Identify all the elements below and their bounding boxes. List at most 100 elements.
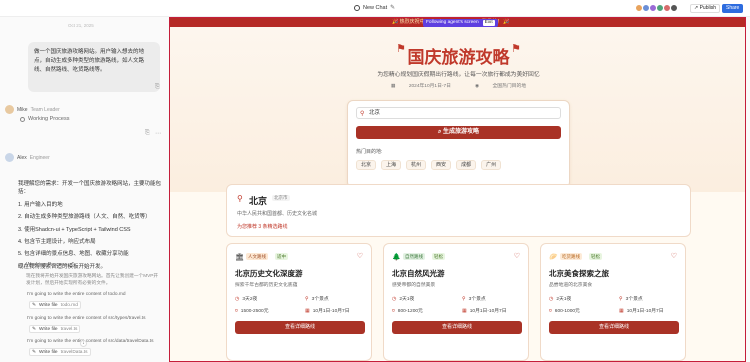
city-tag: 北京市 <box>272 195 290 201</box>
write-log: I'm going to write the entire content of… <box>27 292 126 297</box>
copy-icon[interactable]: ⎘ <box>155 84 160 91</box>
tree-icon: 🌲 <box>392 254 401 261</box>
avatar <box>5 105 14 114</box>
file-chip[interactable]: ✎ Write file todo.md <box>29 301 81 309</box>
avatar <box>5 153 14 162</box>
difficulty-badge: 轻松 <box>589 253 602 260</box>
route-card-nature[interactable]: 🌲 自然路线 轻松 ♡ 北京自然风光游 感受帝都的自然美景 ◷ 2天1夜 ⚲ 3个景… <box>383 243 529 361</box>
city-description: 中华人民共和国首都、历史文化名城 <box>237 211 318 217</box>
working-process-toggle[interactable]: Working Process ⌃ <box>18 262 75 268</box>
duration: ◷ 2天1夜 <box>549 295 572 303</box>
file-chip[interactable]: ✎ Write file travel.ts <box>29 325 81 333</box>
collaborator-avatars[interactable] <box>635 4 678 12</box>
spots: ⚲ 3个景点 <box>462 295 486 303</box>
destination-chip[interactable]: 杭州 <box>406 160 427 170</box>
timestamp: Oct 21, 2025 <box>68 23 94 28</box>
location-icon: ◉ <box>474 84 480 89</box>
date: ▦ 10月1日-10月7日 <box>305 307 350 315</box>
chat-panel: Oct 21, 2025 做一个国庆旅游攻略网站。用户输入想去的地点，自动生成多… <box>0 17 166 362</box>
route-title: 北京自然风光游 <box>392 269 445 278</box>
publish-button[interactable]: ↗ Publish <box>690 4 720 13</box>
avatar <box>670 4 678 12</box>
destination-chip[interactable]: 成都 <box>456 160 477 170</box>
clock-icon: ◷ <box>235 295 240 302</box>
page-subtitle: 为您精心规划国庆假期出行路线，让每一次旅行都成为美好回忆 <box>377 72 540 78</box>
calendar-icon: ▦ <box>619 307 624 314</box>
money-icon: ¤ <box>549 307 552 314</box>
share-button[interactable]: Share <box>722 4 744 13</box>
route-description: 感受帝都的自然美景 <box>392 283 436 288</box>
clock-icon: ◷ <box>392 295 397 302</box>
heart-icon[interactable]: ♡ <box>514 252 520 260</box>
route-type-badge: 人文路线 <box>246 253 268 260</box>
price: ¤ 800-1200元 <box>392 307 423 315</box>
price: ¤ 1500-2500元 <box>235 307 269 315</box>
agent-mike: Mike Team Leader <box>5 105 60 114</box>
rocket-icon: ↗ <box>694 5 699 11</box>
route-card-culture[interactable]: 🏛 人文路线 适中 ♡ 北京历史文化深度游 探索千年古都的历史文化底蕴 ◷ 3天2… <box>226 243 372 361</box>
preview-panel: 🎉 热烈庆祝中 聚最美！ 🎉 Following agent's screenE… <box>169 17 746 362</box>
new-chat-title[interactable]: New Chat ✎ <box>354 4 395 11</box>
write-log: I'm going to write the entire content of… <box>27 339 154 344</box>
date: ▦ 10月1日-10月7日 <box>462 307 507 315</box>
generate-button[interactable]: ⌕ 生成旅游攻略 <box>356 126 561 139</box>
destination-chip[interactable]: 上海 <box>381 160 402 170</box>
map-pin-icon: ⚲ <box>462 295 466 302</box>
user-message: 做一个国庆旅游攻略网站。用户输入想去的地点，自动生成多种类型的旅游路线，如人文路… <box>28 42 160 92</box>
edit-icon[interactable]: ✎ <box>390 4 395 11</box>
hot-destinations: 北京 上海 杭州 西安 成都 广州 <box>356 160 502 170</box>
destination-input[interactable]: ⚲ 北京 <box>356 107 561 119</box>
thought-text: 现在我将开始开发国庆旅游攻略网站。首先让我创建一个MVP开发计划，然后开始实现所… <box>26 273 159 285</box>
pencil-icon: ✎ <box>32 327 37 332</box>
money-icon: ¤ <box>235 307 238 314</box>
city-name: 北京 <box>249 196 268 206</box>
agent-message: 我理解您的需求：开发一个国庆旅游攻略网站，主要功能包括： 1. 用户输入目的地 … <box>18 181 162 270</box>
copy-icon[interactable]: ⎘ <box>145 130 150 137</box>
pencil-icon: ✎ <box>32 350 37 355</box>
duration: ◷ 3天2夜 <box>235 295 258 303</box>
map-pin-icon: ⚲ <box>619 295 623 302</box>
price: ¤ 600-1000元 <box>549 307 580 315</box>
view-route-button[interactable]: 查看详细路线 <box>235 321 365 334</box>
destination-chip[interactable]: 广州 <box>481 160 502 170</box>
calendar-icon: ▦ <box>462 307 467 314</box>
destination-chip[interactable]: 西安 <box>431 160 452 170</box>
check-icon <box>18 262 23 268</box>
city-summary-card: ⚲ 北京 北京市 中华人民共和国首都、历史文化名城 为您推荐 3 条精选路线 <box>226 184 691 237</box>
route-count: 为您推荐 3 条精选路线 <box>237 224 288 230</box>
clock-icon: ◷ <box>549 295 554 302</box>
heart-icon[interactable]: ♡ <box>671 252 677 260</box>
agent-alex: Alex Engineer <box>5 153 50 162</box>
duration: ◷ 2天1夜 <box>392 295 415 303</box>
difficulty-badge: 适中 <box>275 253 288 260</box>
follow-agent-bar: Following agent's screen Exit <box>423 19 498 27</box>
more-icon[interactable]: ⋯ <box>155 130 161 137</box>
route-title: 北京历史文化深度游 <box>235 269 303 278</box>
view-route-button[interactable]: 查看详细路线 <box>549 321 679 334</box>
map-pin-icon: ⚲ <box>360 111 365 117</box>
file-chip[interactable]: ✎ Write file travelData.ts <box>29 348 91 356</box>
page-title: 国庆旅游攻略 <box>407 48 510 67</box>
route-type-badge: 吃货路线 <box>560 253 582 260</box>
exit-button[interactable]: Exit <box>482 20 495 26</box>
temple-icon: 🏛 <box>235 254 244 261</box>
check-icon <box>20 116 25 122</box>
spots: ⚲ 3个景点 <box>305 295 329 303</box>
view-route-button[interactable]: 查看详细路线 <box>392 321 522 334</box>
difficulty-badge: 轻松 <box>432 253 445 260</box>
working-process-toggle[interactable]: Working Process <box>20 116 69 122</box>
date: ▦ 10月1日-10月7日 <box>619 307 664 315</box>
hot-label: 热门目的地: <box>356 149 383 155</box>
heart-icon[interactable]: ♡ <box>357 252 363 260</box>
search-icon: ⌕ <box>437 129 442 135</box>
clock-icon <box>354 4 360 11</box>
scroll-down-button[interactable]: ↓ <box>80 340 87 347</box>
money-icon: ¤ <box>392 307 395 314</box>
destination-chip[interactable]: 北京 <box>356 160 377 170</box>
calendar-icon: ▦ <box>390 84 396 89</box>
dumpling-icon: 🥟 <box>549 254 558 261</box>
route-card-food[interactable]: 🥟 吃货路线 轻松 ♡ 北京美食探索之旅 品尝地道的北京美食 ◷ 2天1夜 ⚲ 3个… <box>540 243 686 361</box>
map-pin-icon: ⚲ <box>237 194 243 203</box>
hero-meta: ▦ 2024年10月1日-7日 ◉ 全国热门目的地 <box>390 84 527 89</box>
route-title: 北京美食探索之旅 <box>549 269 609 278</box>
